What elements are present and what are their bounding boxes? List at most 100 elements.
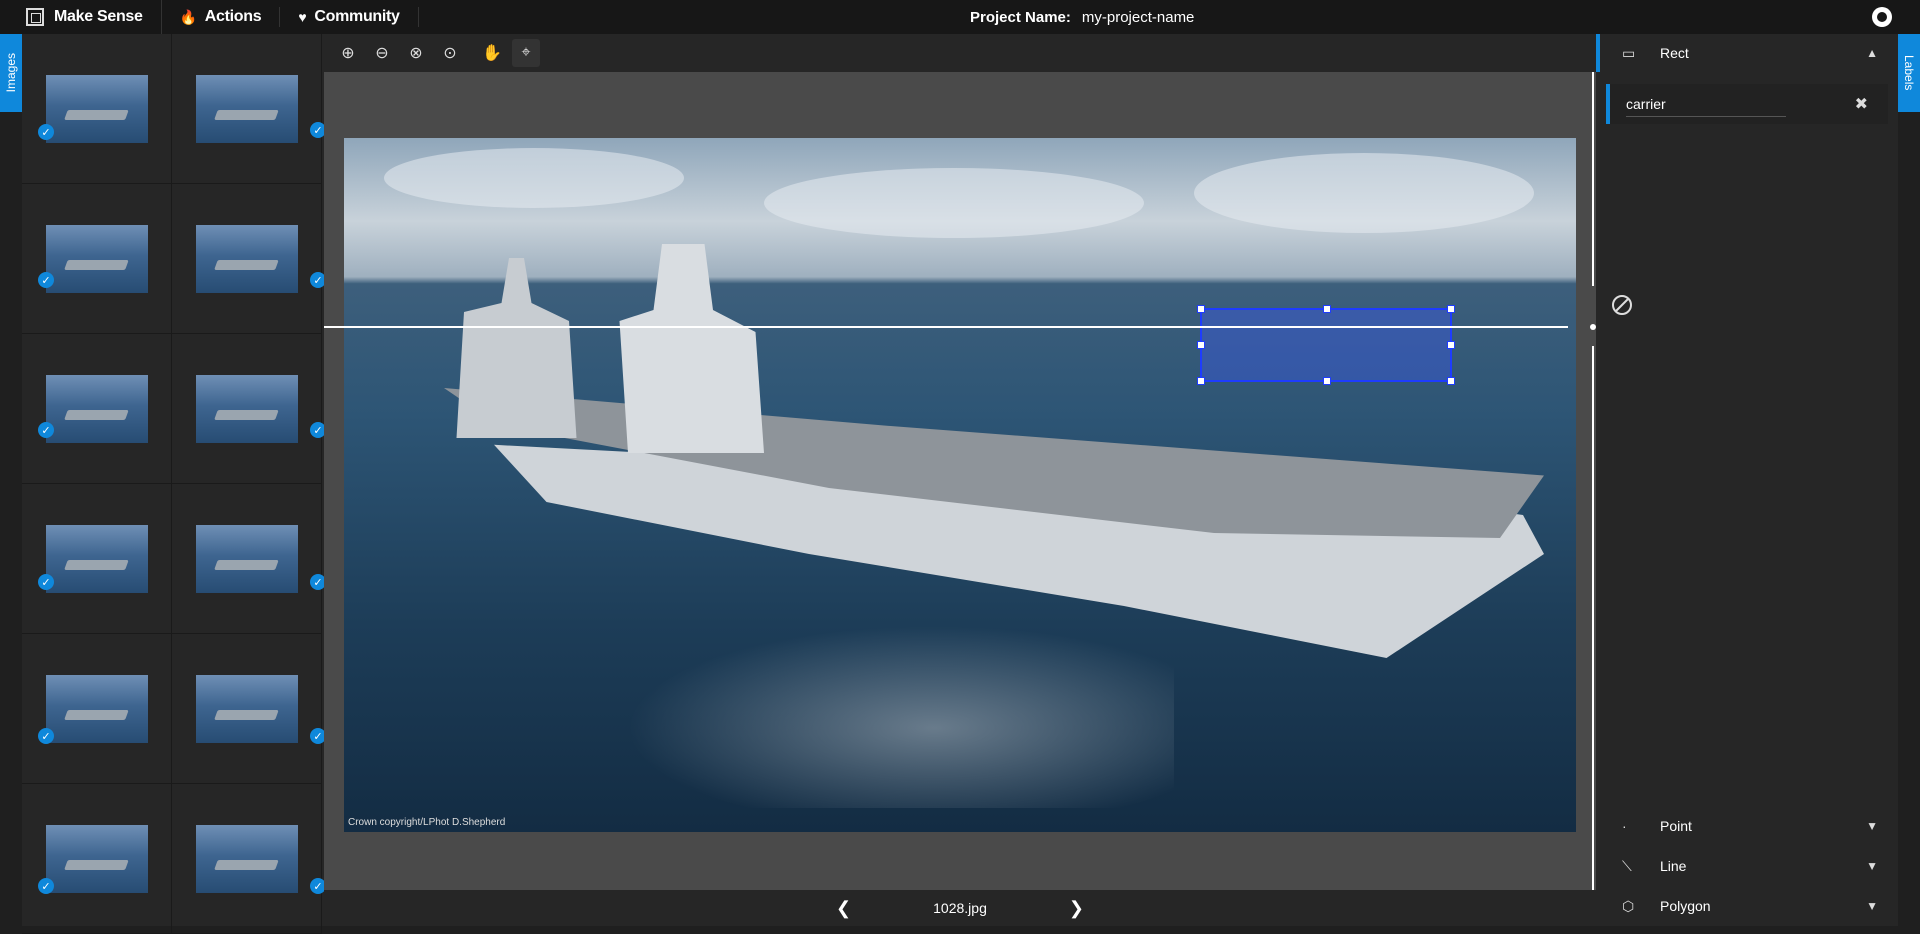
menu-community-label: Community bbox=[314, 8, 400, 25]
image-thumbnail[interactable]: ✓ bbox=[22, 784, 172, 934]
label-item[interactable]: carrier ✖ bbox=[1606, 84, 1888, 124]
resize-handle[interactable] bbox=[1197, 341, 1205, 349]
project-name-group: Project Name: my-project-name bbox=[970, 0, 1194, 34]
checkmark-icon: ✓ bbox=[38, 878, 54, 894]
thumbnail-image bbox=[195, 674, 298, 743]
thumbnail-image bbox=[195, 824, 298, 893]
point-section-header[interactable]: · Point ▼ bbox=[1596, 806, 1898, 846]
make-sense-logo-icon bbox=[26, 8, 44, 26]
zoom-fit-icon[interactable]: ⊗ bbox=[402, 39, 430, 67]
image-thumbnail[interactable]: ✓ bbox=[22, 634, 172, 784]
thumbnail-image bbox=[45, 824, 148, 893]
thumbnail-image bbox=[45, 224, 148, 293]
ship-wake bbox=[574, 608, 1174, 808]
brand[interactable]: Make Sense bbox=[0, 0, 162, 34]
resize-handle[interactable] bbox=[1323, 377, 1331, 385]
point-section-title: Point bbox=[1660, 818, 1692, 834]
crosshair-icon[interactable]: ⌖ bbox=[512, 39, 540, 67]
thumbnail-image bbox=[195, 74, 298, 143]
cloud bbox=[764, 168, 1144, 238]
rectangle-icon: ▭ bbox=[1622, 44, 1636, 61]
images-tab-label: Images bbox=[4, 53, 18, 93]
thumbnail-image bbox=[45, 74, 148, 143]
brand-title: Make Sense bbox=[54, 8, 143, 25]
menu-actions-label: Actions bbox=[204, 8, 262, 25]
image-thumbnail[interactable]: ✓ bbox=[172, 634, 326, 784]
editor-area[interactable]: ⊕ ⊖ ⊗ ⊙ ✋ ⌖ Crown copyright/LPhot D.Shep… bbox=[324, 34, 1596, 926]
thumbnail-image bbox=[195, 374, 298, 443]
flame-icon: 🔥 bbox=[179, 8, 197, 25]
other-label-types: · Point ▼ ⟍ Line ▼ ⬡ Polygon ▼ bbox=[1596, 806, 1898, 926]
resize-handle[interactable] bbox=[1197, 377, 1205, 385]
zoom-max-icon[interactable]: ⊙ bbox=[436, 39, 464, 67]
thumbnail-image bbox=[195, 524, 298, 593]
zoom-in-icon[interactable]: ⊕ bbox=[334, 39, 362, 67]
next-image-icon[interactable]: ❯ bbox=[1069, 898, 1084, 919]
polygon-icon: ⬡ bbox=[1622, 897, 1635, 914]
resize-handle[interactable] bbox=[1197, 305, 1205, 313]
labels-side-tab[interactable]: Labels bbox=[1898, 34, 1920, 112]
cursor-crosshair-vertical bbox=[1592, 72, 1594, 926]
rect-section-header[interactable]: ▭ Rect ▲ bbox=[1596, 34, 1898, 72]
image-thumbnail[interactable]: ✓ bbox=[172, 184, 326, 334]
resize-handle[interactable] bbox=[1323, 305, 1331, 313]
rect-section-title: Rect bbox=[1660, 45, 1689, 61]
heart-icon: ♥ bbox=[298, 9, 307, 25]
resize-handle[interactable] bbox=[1447, 341, 1455, 349]
editor-toolbar: ⊕ ⊖ ⊗ ⊙ ✋ ⌖ bbox=[324, 34, 1596, 72]
checkmark-icon: ✓ bbox=[38, 422, 54, 438]
thumbnail-grid: ✓ ✓ ✓ ✓ ✓ ✓ ✓ ✓ ✓ ✓ ✓ ✓ bbox=[22, 34, 326, 934]
chevron-down-icon[interactable]: ▼ bbox=[1866, 899, 1878, 913]
image-thumbnail[interactable]: ✓ bbox=[172, 784, 326, 934]
image-thumbnail[interactable]: ✓ bbox=[172, 484, 326, 634]
thumbnail-image bbox=[45, 374, 148, 443]
bounding-box-carrier[interactable] bbox=[1197, 305, 1455, 385]
project-name-input[interactable]: my-project-name bbox=[1082, 9, 1195, 26]
image-thumbnail[interactable]: ✓ bbox=[22, 34, 172, 184]
thumbnail-image bbox=[45, 524, 148, 593]
hand-icon[interactable]: ✋ bbox=[478, 39, 506, 67]
image-thumbnail[interactable]: ✓ bbox=[172, 334, 326, 484]
top-bar: Make Sense 🔥 Actions ♥ Community Project… bbox=[0, 0, 1920, 34]
line-section-header[interactable]: ⟍ Line ▼ bbox=[1596, 846, 1898, 886]
block-cursor-icon bbox=[1612, 295, 1632, 315]
resize-handle[interactable] bbox=[1447, 377, 1455, 385]
menu-community[interactable]: ♥ Community bbox=[280, 7, 419, 27]
resize-handle[interactable] bbox=[1447, 305, 1455, 313]
checkmark-icon: ✓ bbox=[38, 728, 54, 744]
checkmark-icon: ✓ bbox=[38, 124, 54, 140]
label-name-input[interactable]: carrier bbox=[1626, 92, 1786, 117]
image-canvas[interactable]: Crown copyright/LPhot D.Shepherd bbox=[344, 138, 1576, 832]
image-thumbnail[interactable]: ✓ bbox=[22, 484, 172, 634]
previous-image-icon[interactable]: ❮ bbox=[836, 898, 851, 919]
images-side-tab[interactable]: Images bbox=[0, 34, 22, 112]
images-panel: ✓ ✓ ✓ ✓ ✓ ✓ ✓ ✓ ✓ ✓ ✓ ✓ bbox=[22, 34, 326, 934]
image-thumbnail[interactable]: ✓ bbox=[22, 334, 172, 484]
point-icon: · bbox=[1622, 818, 1627, 834]
delete-label-icon[interactable]: ✖ bbox=[1855, 94, 1868, 114]
polygon-section-header[interactable]: ⬡ Polygon ▼ bbox=[1596, 886, 1898, 926]
menu-actions[interactable]: 🔥 Actions bbox=[162, 7, 281, 27]
chevron-up-icon[interactable]: ▲ bbox=[1866, 46, 1878, 60]
project-name-label: Project Name: bbox=[970, 8, 1071, 26]
polygon-section-title: Polygon bbox=[1660, 898, 1711, 914]
labels-tab-label: Labels bbox=[1902, 55, 1916, 91]
image-navigation: ❮ 1028.jpg ❯ bbox=[324, 890, 1596, 926]
image-thumbnail[interactable]: ✓ bbox=[172, 34, 326, 184]
thumbnail-image bbox=[195, 224, 298, 293]
zoom-out-icon[interactable]: ⊖ bbox=[368, 39, 396, 67]
cloud bbox=[1194, 153, 1534, 233]
labels-panel: ▭ Rect ▲ carrier ✖ · Point ▼ ⟍ Line ▼ ⬡ … bbox=[1596, 34, 1898, 926]
checkmark-icon: ✓ bbox=[38, 272, 54, 288]
thumbnail-image bbox=[45, 674, 148, 743]
carrier-fore-island bbox=[456, 258, 577, 438]
chevron-down-icon[interactable]: ▼ bbox=[1866, 819, 1878, 833]
github-icon[interactable] bbox=[1872, 7, 1892, 27]
image-thumbnail[interactable]: ✓ bbox=[22, 184, 172, 334]
image-copyright: Crown copyright/LPhot D.Shepherd bbox=[348, 817, 506, 828]
checkmark-icon: ✓ bbox=[38, 574, 54, 590]
line-icon: ⟍ bbox=[1622, 857, 1632, 874]
chevron-down-icon[interactable]: ▼ bbox=[1866, 859, 1878, 873]
cursor-crosshair-horizontal bbox=[324, 326, 1568, 328]
current-filename: 1028.jpg bbox=[933, 900, 987, 916]
